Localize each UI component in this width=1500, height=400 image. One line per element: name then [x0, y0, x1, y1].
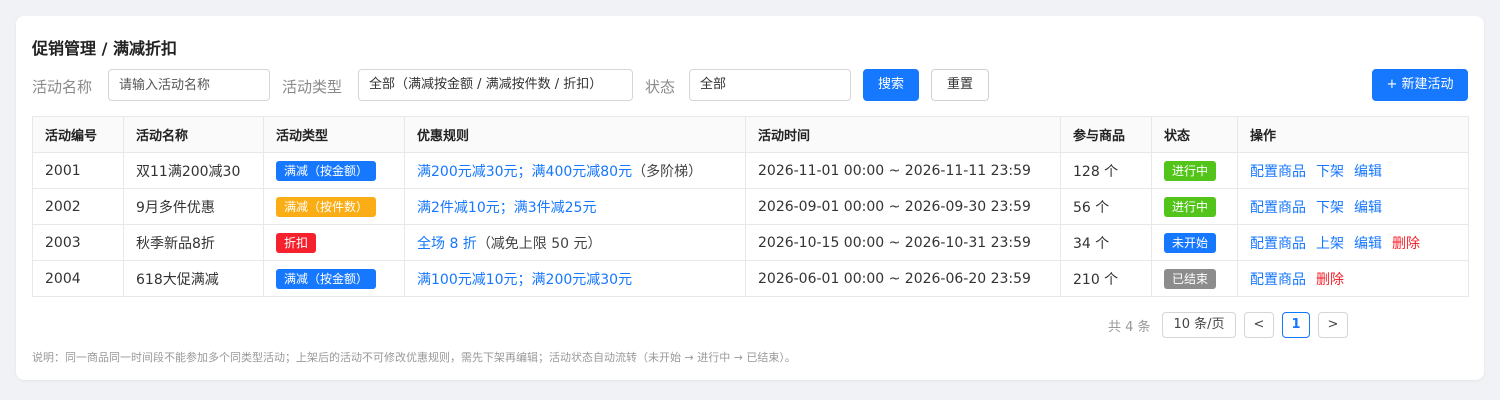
promotion-card: 促销管理 / 满减折扣 活动名称 活动类型 全部（满减按金额 / 满减按件数 /…	[16, 16, 1484, 380]
status-select[interactable]: 全部	[689, 69, 851, 101]
activity-name: 秋季新品8折	[123, 224, 264, 261]
column-header: 活动编号	[32, 116, 124, 153]
table-row: 2002 9月多件优惠 满减（按件数） 满2件减10元；满3件减25元 2026-09-…	[32, 188, 1469, 225]
row-action-link[interactable]: 下架	[1316, 164, 1344, 180]
row-action-link[interactable]: 配置商品	[1250, 200, 1306, 216]
activity-type-tag: 满减（按金额）	[276, 160, 377, 181]
column-header: 活动类型	[263, 116, 405, 153]
reset-button[interactable]: 重置	[931, 69, 989, 101]
next-page-button[interactable]: >	[1318, 312, 1348, 338]
status-filter-label: 状态	[645, 78, 676, 96]
row-actions: 配置商品 上架 编辑 删除	[1237, 224, 1469, 261]
discount-rule-link[interactable]: 全场 8 折	[417, 236, 477, 252]
activity-id: 2001	[32, 152, 124, 189]
column-header: 活动名称	[123, 116, 264, 153]
table-row: 2004 618大促满减 满减（按金额） 满100元减10元；满200元减30元 202…	[32, 260, 1469, 297]
activity-name-input[interactable]	[108, 69, 270, 101]
row-action-link[interactable]: 删除	[1316, 272, 1344, 288]
status-badge: 进行中	[1164, 160, 1217, 181]
pagination-total: 共 4 条	[1108, 320, 1151, 335]
row-actions: 配置商品 下架 编辑	[1237, 152, 1469, 189]
row-action-link[interactable]: 删除	[1392, 236, 1420, 252]
discount-rule-link[interactable]: 满2件减10元；满3件减25元	[417, 200, 596, 216]
activity-name: 双11满200减30	[123, 152, 264, 189]
column-header: 操作	[1237, 116, 1469, 153]
goods-count: 56 个	[1060, 188, 1152, 225]
table-header-row: 活动编号 活动名称 活动类型 优惠规则 活动时间 参与商品 状态 操作	[32, 116, 1469, 153]
status-badge: 未开始	[1164, 232, 1217, 253]
activity-table: 活动编号 活动名称 活动类型 优惠规则 活动时间 参与商品 状态 操作 2001…	[32, 116, 1469, 297]
new-activity-button[interactable]: + 新建活动	[1372, 69, 1468, 101]
activity-time: 2026-06-01 00:00 ~ 2026-06-20 23:59	[745, 260, 1061, 297]
activity-type-tag: 折扣	[276, 232, 317, 253]
activity-id: 2004	[32, 260, 124, 297]
discount-rule-note: （多阶梯）	[632, 163, 703, 180]
page-size-select[interactable]: 10 条/页	[1162, 312, 1236, 338]
activity-time: 2026-11-01 00:00 ~ 2026-11-11 23:59	[745, 152, 1061, 189]
type-filter-label: 活动类型	[282, 78, 343, 96]
page-title: 促销管理 / 满减折扣	[32, 39, 177, 58]
discount-rule-link[interactable]: 满100元减10元；满200元减30元	[417, 272, 632, 288]
activity-name: 618大促满减	[123, 260, 264, 297]
search-button[interactable]: 搜索	[863, 69, 919, 101]
row-action-link[interactable]: 配置商品	[1250, 164, 1306, 180]
row-action-link[interactable]: 下架	[1316, 200, 1344, 216]
activity-time: 2026-10-15 00:00 ~ 2026-10-31 23:59	[745, 224, 1061, 261]
column-header: 参与商品	[1060, 116, 1152, 153]
goods-count: 128 个	[1060, 152, 1152, 189]
row-action-link[interactable]: 配置商品	[1250, 272, 1306, 288]
row-action-link[interactable]: 上架	[1316, 236, 1344, 252]
row-actions: 配置商品 下架 编辑	[1237, 188, 1469, 225]
row-actions: 配置商品 删除	[1237, 260, 1469, 297]
activity-id: 2003	[32, 224, 124, 261]
activity-type-select[interactable]: 全部（满减按金额 / 满减按件数 / 折扣）	[358, 69, 633, 101]
activity-id: 2002	[32, 188, 124, 225]
status-badge: 进行中	[1164, 196, 1217, 217]
pagination: 共 4 条 10 条/页 < 1 >	[1108, 312, 1468, 338]
prev-page-button[interactable]: <	[1244, 312, 1274, 338]
table-row: 2001 双11满200减30 满减（按金额） 满200元减30元；满400元减80元…	[32, 152, 1469, 189]
page-number-current[interactable]: 1	[1282, 312, 1310, 338]
activity-name: 9月多件优惠	[123, 188, 264, 225]
row-action-link[interactable]: 编辑	[1354, 164, 1382, 180]
table-row: 2003 秋季新品8折 折扣 全场 8 折（减免上限 50 元） 2026-10-15 …	[32, 224, 1469, 261]
row-action-link[interactable]: 编辑	[1354, 200, 1382, 216]
activity-type-tag: 满减（按金额）	[276, 268, 377, 289]
name-filter-label: 活动名称	[32, 78, 93, 96]
column-header: 状态	[1151, 116, 1238, 153]
column-header: 优惠规则	[404, 116, 746, 153]
activity-type-tag: 满减（按件数）	[276, 196, 377, 217]
column-header: 活动时间	[745, 116, 1061, 153]
goods-count: 34 个	[1060, 224, 1152, 261]
discount-rule-note: （减免上限 50 元）	[476, 235, 602, 252]
row-action-link[interactable]: 编辑	[1354, 236, 1382, 252]
status-badge: 已结束	[1164, 268, 1217, 289]
row-action-link[interactable]: 配置商品	[1250, 236, 1306, 252]
usage-note: 说明：同一商品同一时间段不能参加多个同类型活动；上架后的活动不可修改优惠规则，需…	[32, 351, 796, 364]
goods-count: 210 个	[1060, 260, 1152, 297]
filter-bar: 活动名称 活动类型 全部（满减按金额 / 满减按件数 / 折扣） 状态 全部 搜…	[32, 69, 1468, 101]
activity-time: 2026-09-01 00:00 ~ 2026-09-30 23:59	[745, 188, 1061, 225]
discount-rule-link[interactable]: 满200元减30元；满400元减80元	[417, 164, 632, 180]
